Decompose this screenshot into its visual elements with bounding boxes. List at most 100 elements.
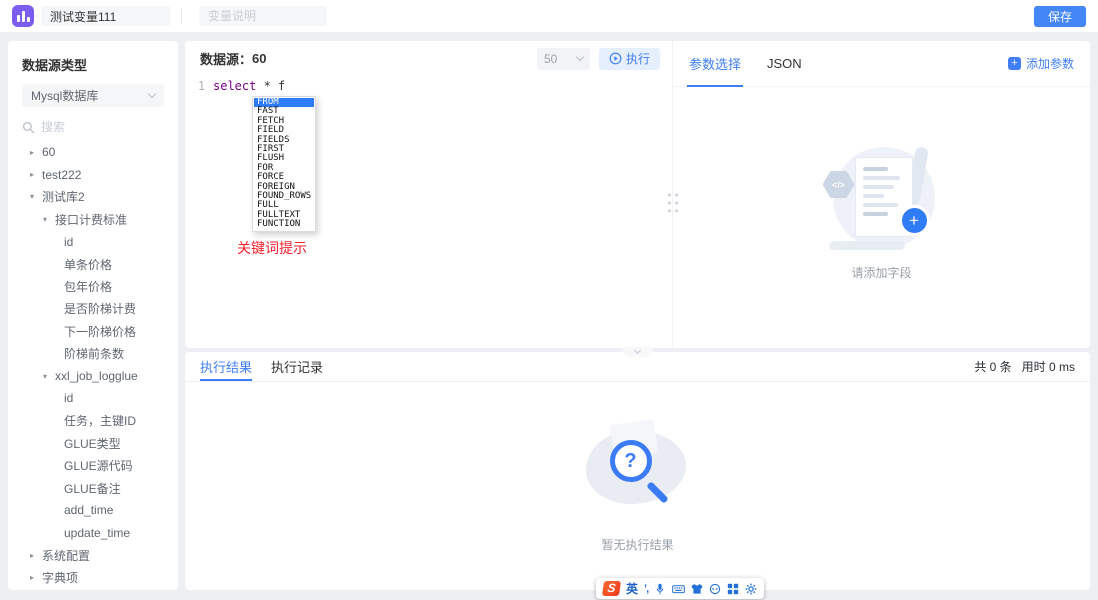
datasource-label: 数据源： <box>200 52 253 67</box>
results-summary: 共 0 条 用时 0 ms <box>974 358 1075 375</box>
row-limit-value: 50 <box>543 51 558 66</box>
datasource-type-title: 数据源类型 <box>22 58 88 73</box>
variable-name-input[interactable] <box>41 6 171 26</box>
results-empty-text: 暂无执行结果 <box>601 538 674 552</box>
sql-keyword: select <box>213 79 257 93</box>
keyword-hint-annotation: 关键词提示 <box>237 240 307 256</box>
tree-arrow-icon[interactable]: ▸ <box>30 170 42 179</box>
tree-item-label: 60 <box>42 145 56 160</box>
chevron-down-icon <box>147 89 157 99</box>
add-param-label: 添加参数 <box>1025 57 1074 71</box>
tree-item[interactable]: ▾ 测试库2 <box>8 186 178 208</box>
tree-arrow-icon[interactable]: ▾ <box>43 372 55 381</box>
sql-editor-column: 数据源： 60 50 执行 1 select * f FROM FAST FET… <box>185 41 672 348</box>
sogou-logo-icon[interactable]: S <box>601 581 622 596</box>
tree-item-label: GLUE备注 <box>64 481 121 496</box>
toolbox-icon[interactable] <box>709 583 721 595</box>
params-empty-state: </> + 请添加字段 <box>673 145 1090 281</box>
sidebar: 数据源类型 Mysql数据库 ▸ 60 ▸ test222 ▾ 测试库2 ▾ <box>8 41 178 590</box>
tree-item[interactable]: ▸ 字典项 <box>8 566 178 588</box>
run-button[interactable]: 执行 <box>598 47 660 70</box>
tree-item-label: 接口计费标准 <box>55 212 128 227</box>
chevron-down-icon <box>575 52 585 62</box>
no-result-illustration: ? <box>578 419 698 520</box>
search-icon <box>22 121 35 133</box>
sql-code-editor[interactable]: 1 select * f <box>185 76 672 94</box>
tree-item-label: 阶梯前条数 <box>64 347 125 362</box>
datasource-type-select[interactable]: Mysql数据库 <box>22 84 164 107</box>
tree-item[interactable]: ▸ 网关不加密ip地址，主要 <box>8 589 178 590</box>
variable-description-input[interactable] <box>199 6 327 26</box>
tab-execution-history[interactable]: 执行记录 <box>271 352 323 381</box>
top-bar: 保存 <box>0 0 1098 33</box>
tab-json[interactable]: JSON <box>767 41 802 86</box>
add-field-plus-button[interactable]: + <box>898 205 930 236</box>
tree-item[interactable]: id <box>8 387 178 409</box>
skin-icon[interactable] <box>691 583 703 595</box>
tree-item[interactable]: GLUE备注 <box>8 477 178 499</box>
tree-item-label: id <box>64 234 74 249</box>
microphone-icon[interactable] <box>654 583 666 595</box>
tree-arrow-icon[interactable]: ▸ <box>30 148 42 157</box>
tree-item[interactable]: 任务，主键ID <box>8 410 178 432</box>
search-input[interactable] <box>41 120 151 134</box>
tree-item[interactable]: 包年价格 <box>8 275 178 297</box>
tree-item[interactable]: 单条价格 <box>8 253 178 275</box>
tab-execution-result[interactable]: 执行结果 <box>200 352 253 381</box>
tree-item[interactable]: id <box>8 231 178 253</box>
params-panel: 参数选择 JSON + 添加参数 </> + 请添加字段 <box>672 41 1090 348</box>
tree-item[interactable]: GLUE源代码 <box>8 454 178 476</box>
punctuation-mode-icon[interactable]: ’, <box>644 583 649 595</box>
tab-param-select[interactable]: 参数选择 <box>686 41 744 87</box>
app-logo-icon <box>12 5 34 27</box>
tree-item[interactable]: GLUE类型 <box>8 432 178 454</box>
editor-collapse-handle[interactable] <box>622 346 653 357</box>
tree-item-label: 测试库2 <box>42 190 85 205</box>
tree-item-label: 单条价格 <box>64 257 113 272</box>
tree-arrow-icon[interactable]: ▸ <box>30 551 42 560</box>
autocomplete-item[interactable]: FUNCTION <box>254 219 314 229</box>
tree-item[interactable]: 下一阶梯价格 <box>8 320 178 342</box>
run-button-label: 执行 <box>625 52 650 66</box>
ime-language-toggle[interactable]: 英 <box>626 580 638 597</box>
tree-arrow-icon[interactable]: ▾ <box>30 192 42 201</box>
tree-arrow-icon[interactable]: ▾ <box>43 215 55 224</box>
tree-search <box>22 120 164 134</box>
tree-item[interactable]: ▸ test222 <box>8 163 178 185</box>
add-param-button[interactable]: + 添加参数 <box>1007 55 1074 72</box>
results-panel: 执行结果 执行记录 共 0 条 用时 0 ms ? 暂无执行结果 <box>185 352 1090 590</box>
row-limit-select[interactable]: 50 <box>536 47 590 70</box>
line-number: 1 <box>197 79 205 93</box>
tree-item-label: 下一阶梯价格 <box>64 324 137 339</box>
tree-item-label: 是否阶梯计费 <box>64 302 137 317</box>
ime-toolbar: S 英 ’, <box>596 578 765 599</box>
save-button[interactable]: 保存 <box>1033 5 1086 27</box>
apps-grid-icon[interactable] <box>727 583 739 595</box>
result-count: 共 0 条 <box>974 360 1012 374</box>
tree-item[interactable]: ▸ 系统配置 <box>8 544 178 566</box>
datasource-type-value: Mysql数据库 <box>31 89 99 103</box>
tree-item-label: GLUE源代码 <box>64 459 133 474</box>
panel-resize-handle[interactable] <box>665 190 679 212</box>
tree-item-label: update_time <box>64 525 131 540</box>
plus-square-icon: + <box>1007 57 1021 70</box>
tree-item[interactable]: ▸ 60 <box>8 141 178 163</box>
tree-item-label: 任务，主键ID <box>64 414 137 429</box>
tree-item[interactable]: 是否阶梯计费 <box>8 298 178 320</box>
params-tabs: 参数选择 JSON + 添加参数 <box>673 41 1090 87</box>
tree-item[interactable]: ▾ 接口计费标准 <box>8 208 178 230</box>
tree-item[interactable]: add_time <box>8 499 178 521</box>
chevron-down-icon <box>633 346 642 355</box>
tree-item-label: add_time <box>64 503 114 518</box>
tree-arrow-icon[interactable]: ▸ <box>30 573 42 582</box>
play-circle-icon <box>609 52 622 65</box>
tree-item-label: GLUE类型 <box>64 436 121 451</box>
editor-card: 数据源： 60 50 执行 1 select * f FROM FAST FET… <box>185 41 1090 357</box>
tree-item[interactable]: 阶梯前条数 <box>8 343 178 365</box>
tree-item-label: 包年价格 <box>64 280 113 295</box>
tree-item[interactable]: update_time <box>8 522 178 544</box>
settings-gear-icon[interactable] <box>745 583 757 595</box>
tree-item[interactable]: ▾ xxl_job_logglue <box>8 365 178 387</box>
editor-toolbar: 数据源： 60 50 执行 <box>185 41 672 76</box>
keyboard-icon[interactable] <box>672 583 685 595</box>
